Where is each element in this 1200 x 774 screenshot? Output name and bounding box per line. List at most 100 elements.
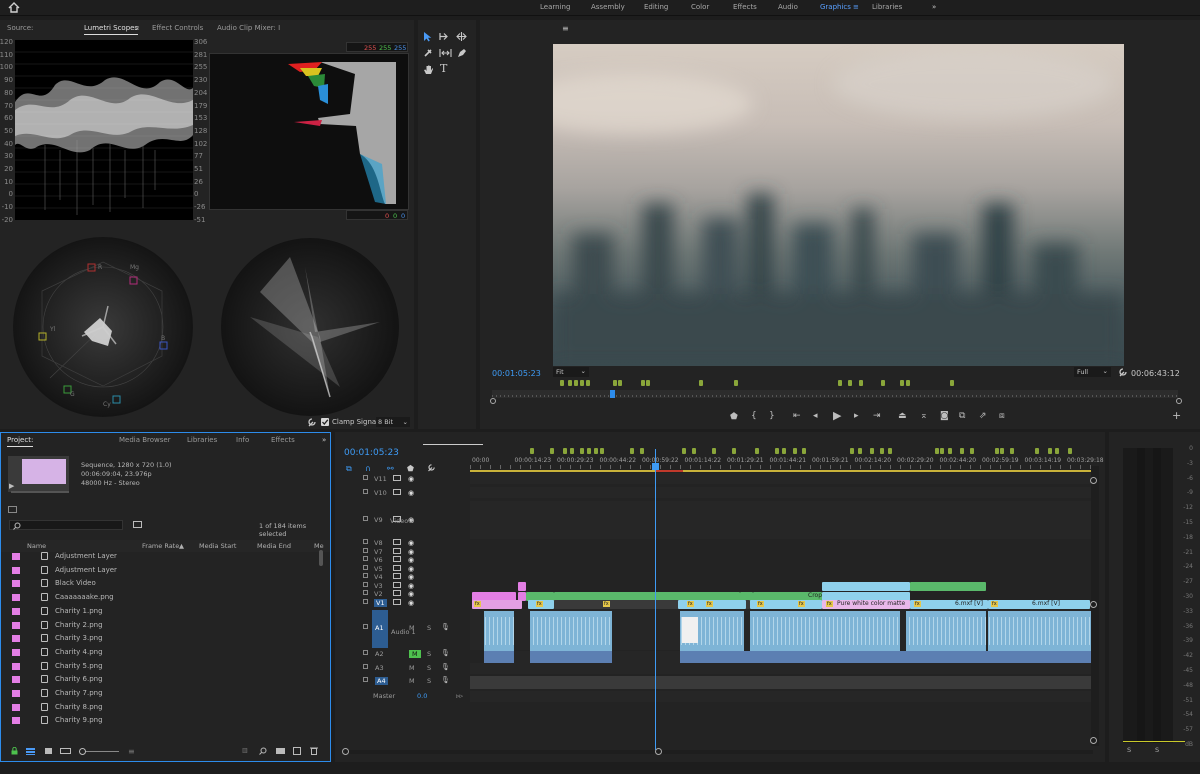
- program-marker[interactable]: [950, 380, 954, 386]
- selection-tool-icon[interactable]: [423, 31, 432, 42]
- col-name[interactable]: Name: [27, 542, 46, 550]
- track-label-a4[interactable]: A4: [375, 677, 388, 685]
- mute-button[interactable]: M: [409, 664, 415, 672]
- vr-view-icon[interactable]: ⧈: [999, 412, 1005, 421]
- program-zoom-handle-left[interactable]: [490, 398, 496, 404]
- workspace-graphics[interactable]: Graphics: [820, 3, 851, 11]
- project-search-input[interactable]: [9, 520, 123, 530]
- program-marker[interactable]: [560, 380, 564, 386]
- lock-icon[interactable]: [363, 650, 368, 655]
- list-item[interactable]: Charity 3.png: [1, 632, 321, 646]
- step-forward-icon[interactable]: ▸: [854, 412, 859, 421]
- master-end-icon[interactable]: ▹▹: [456, 692, 463, 700]
- slip-tool-icon[interactable]: [439, 48, 452, 58]
- program-marker[interactable]: [586, 380, 590, 386]
- eye-icon[interactable]: ◉: [408, 539, 414, 547]
- tab-project[interactable]: Project:: [7, 436, 34, 447]
- solo-button[interactable]: S: [427, 650, 431, 658]
- add-marker-icon[interactable]: ⬟: [730, 413, 738, 422]
- mute-button[interactable]: M: [409, 650, 421, 658]
- solo-button[interactable]: S: [427, 624, 431, 632]
- track-label-v10[interactable]: V10: [374, 489, 387, 497]
- eye-icon[interactable]: ◉: [408, 590, 414, 598]
- microphone-icon[interactable]: 🎙: [441, 649, 450, 657]
- solo-button[interactable]: S: [427, 677, 431, 685]
- tab-audio-clip-mixer[interactable]: Audio Clip Mixer: I: [217, 24, 280, 32]
- timeline-playhead[interactable]: [655, 449, 656, 754]
- new-bin-from-search-icon[interactable]: [133, 521, 142, 528]
- type-tool-icon[interactable]: T: [440, 62, 447, 75]
- meter-solo-right[interactable]: S: [1155, 746, 1159, 754]
- hand-tool-icon[interactable]: [423, 64, 434, 75]
- tab-effect-controls[interactable]: Effect Controls: [152, 24, 203, 32]
- lock-icon[interactable]: [363, 677, 368, 682]
- timeline-marker[interactable]: [563, 448, 567, 454]
- timeline-marker[interactable]: [1000, 448, 1004, 454]
- track-label-v7[interactable]: V7: [374, 548, 383, 556]
- automate-icon[interactable]: ▥: [242, 747, 248, 754]
- program-marker[interactable]: [574, 380, 578, 386]
- workspace-editing[interactable]: Editing: [644, 3, 668, 11]
- hscroll-handle-right[interactable]: [655, 748, 662, 755]
- timeline-marker[interactable]: [732, 448, 736, 454]
- lock-icon[interactable]: [363, 539, 368, 544]
- list-item[interactable]: Adjustment Layer: [1, 550, 321, 564]
- track-label-v6[interactable]: V6: [374, 556, 383, 564]
- toggle-sync-icon[interactable]: [393, 556, 401, 562]
- project-scrollbar[interactable]: [319, 550, 323, 566]
- linked-selection-icon[interactable]: ⚯: [387, 464, 394, 473]
- timeline-marker[interactable]: [888, 448, 892, 454]
- program-marker[interactable]: [699, 380, 703, 386]
- tab-info[interactable]: Info: [236, 436, 249, 444]
- timeline-marker[interactable]: [755, 448, 759, 454]
- track-label-a3[interactable]: A3: [375, 664, 384, 672]
- tab-effects[interactable]: Effects: [271, 436, 295, 444]
- lock-icon[interactable]: [363, 548, 368, 553]
- timeline-marker[interactable]: [995, 448, 999, 454]
- list-item[interactable]: Charity 8.png: [1, 701, 321, 715]
- timeline-marker[interactable]: [1068, 448, 1072, 454]
- razor-tool-icon[interactable]: [423, 48, 433, 58]
- tab-media-browser[interactable]: Media Browser: [119, 436, 171, 444]
- solo-button[interactable]: S: [427, 664, 431, 672]
- toggle-sync-icon[interactable]: [393, 475, 401, 481]
- list-item[interactable]: Charity 7.png: [1, 687, 321, 701]
- timeline-marker[interactable]: [1010, 448, 1014, 454]
- lock-icon[interactable]: [363, 489, 368, 494]
- timeline-timecode[interactable]: 00:01:05:23: [344, 448, 399, 458]
- toggle-sync-icon[interactable]: [393, 573, 401, 579]
- tab-libraries[interactable]: Libraries: [187, 436, 217, 444]
- list-item[interactable]: Charity 5.png: [1, 660, 321, 674]
- list-item[interactable]: Adjustment Layer: [1, 564, 321, 578]
- eye-icon[interactable]: ◉: [408, 582, 414, 590]
- timeline-marker[interactable]: [858, 448, 862, 454]
- timeline-marker[interactable]: [802, 448, 806, 454]
- track-label-v2[interactable]: V2: [374, 590, 383, 598]
- camera-icon[interactable]: ◙: [940, 412, 949, 421]
- new-item-icon[interactable]: [293, 747, 301, 755]
- list-item[interactable]: Charity 2.png: [1, 619, 321, 633]
- thumbnail-scrub[interactable]: [11, 491, 69, 493]
- timeline-marker[interactable]: [935, 448, 939, 454]
- lock-icon[interactable]: [363, 624, 368, 629]
- timeline-marker[interactable]: [1035, 448, 1039, 454]
- timeline-marker[interactable]: [580, 448, 584, 454]
- track-label-v4[interactable]: V4: [374, 573, 383, 581]
- clip-v3[interactable]: [518, 582, 526, 591]
- list-item[interactable]: Charity 4.png: [1, 646, 321, 660]
- nest-sequences-icon[interactable]: ⧉: [346, 464, 352, 474]
- workspace-overflow-icon[interactable]: »: [932, 3, 936, 11]
- workspace-color[interactable]: Color: [691, 3, 709, 11]
- add-marker-icon[interactable]: ⬟: [407, 464, 414, 473]
- export-frame-icon[interactable]: ⇗: [979, 412, 987, 421]
- extract-icon[interactable]: ⌅: [920, 412, 928, 421]
- timeline-marker[interactable]: [587, 448, 591, 454]
- eye-icon[interactable]: ◉: [408, 599, 414, 607]
- lock-icon[interactable]: [363, 664, 368, 669]
- vscroll-handle-bottom[interactable]: [1090, 737, 1097, 744]
- mute-button[interactable]: M: [409, 677, 415, 685]
- col-media-end[interactable]: Media End: [257, 542, 291, 550]
- timeline-marker[interactable]: [630, 448, 634, 454]
- toggle-sync-icon[interactable]: [393, 599, 401, 605]
- home-icon[interactable]: [8, 2, 20, 13]
